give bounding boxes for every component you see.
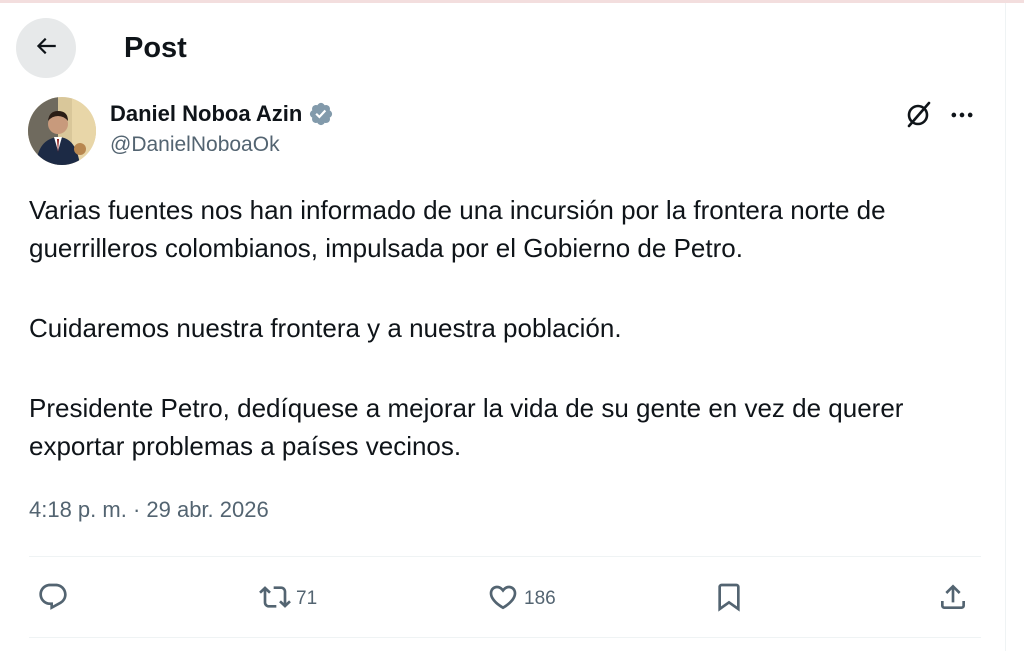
author-handle[interactable]: @DanielNoboaOk bbox=[110, 133, 334, 157]
divider bbox=[29, 637, 981, 638]
verified-badge-icon[interactable] bbox=[308, 101, 334, 127]
author-names: Daniel Noboa Azin @DanielNoboaOk bbox=[110, 99, 334, 157]
back-button[interactable] bbox=[16, 18, 76, 78]
more-horizontal-icon bbox=[948, 101, 976, 134]
grok-button[interactable] bbox=[900, 99, 936, 135]
page-title: Post bbox=[124, 31, 187, 64]
tweet-paragraph: Presidente Petro, dedíquese a mejorar la… bbox=[29, 393, 904, 461]
like-button[interactable]: 186 bbox=[487, 577, 556, 621]
reply-icon bbox=[37, 581, 69, 618]
bookmark-icon bbox=[713, 581, 745, 618]
heart-icon bbox=[487, 581, 519, 618]
retweet-count: 71 bbox=[296, 588, 318, 609]
divider bbox=[29, 556, 981, 557]
retweet-icon bbox=[259, 581, 291, 618]
more-options-button[interactable] bbox=[944, 99, 980, 135]
share-icon bbox=[937, 581, 969, 618]
author-row: Daniel Noboa Azin @DanielNoboaOk bbox=[28, 95, 988, 167]
grok-icon bbox=[903, 100, 933, 135]
tweet-paragraph: Cuidaremos nuestra frontera y a nuestra … bbox=[29, 313, 622, 343]
reply-button[interactable] bbox=[37, 577, 74, 621]
post-page: Post Daniel Noboa Azin @DanielNoboaOk Va… bbox=[0, 0, 1024, 651]
column-border bbox=[1005, 3, 1006, 651]
author-display-name[interactable]: Daniel Noboa Azin bbox=[110, 101, 302, 127]
tweet-paragraph: Varias fuentes nos han informado de una … bbox=[29, 195, 886, 263]
share-button[interactable] bbox=[937, 577, 969, 621]
tweet-text: Varias fuentes nos han informado de una … bbox=[29, 191, 979, 465]
action-bar: 71 186 bbox=[29, 577, 981, 621]
arrow-left-icon bbox=[33, 33, 59, 64]
bookmark-button[interactable] bbox=[713, 577, 745, 621]
page-header: Post bbox=[16, 17, 996, 79]
post-timestamp[interactable]: 4:18 p. m. · 29 abr. 2026 bbox=[29, 497, 269, 523]
avatar[interactable] bbox=[28, 97, 96, 165]
retweet-button[interactable]: 71 bbox=[259, 577, 317, 621]
like-count: 186 bbox=[524, 588, 556, 609]
